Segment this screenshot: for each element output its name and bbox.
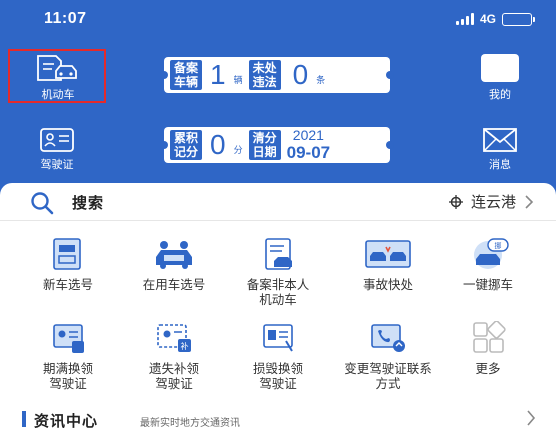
service-label: 更多 bbox=[475, 361, 501, 376]
service-license-contact[interactable]: 变更驾驶证联系方式 bbox=[332, 321, 444, 391]
mine-button[interactable]: 我的 bbox=[470, 54, 530, 102]
chevron-right-icon bbox=[525, 194, 534, 209]
license-contact-icon bbox=[371, 324, 405, 352]
search-icon bbox=[31, 192, 54, 215]
service-used-car-plate[interactable]: 在用车选号 bbox=[124, 237, 224, 292]
service-register-vehicle[interactable]: 备案非本人机动车 bbox=[228, 237, 328, 307]
license-lost-icon: 补 bbox=[157, 324, 191, 352]
new-car-plate-icon bbox=[53, 238, 81, 270]
news-subtitle: 最新实时地方交通资讯 bbox=[140, 418, 240, 429]
vehicle-count-unit: 辆 bbox=[233, 76, 243, 86]
tile-text: 备案 bbox=[174, 61, 199, 75]
section-marker bbox=[22, 411, 26, 427]
service-label: 备案非本人机动车 bbox=[246, 277, 310, 307]
accumulated-points-tile: 累积 记分 bbox=[170, 130, 203, 160]
tile-text: 车辆 bbox=[174, 75, 199, 89]
service-label: 期满换领驾驶证 bbox=[42, 361, 93, 391]
service-license-damaged[interactable]: 损毁换领驾驶证 bbox=[228, 321, 328, 391]
envelope-icon bbox=[483, 128, 517, 152]
tile-text: 记分 bbox=[174, 145, 199, 159]
service-license-lost[interactable]: 补 遗失补领驾驶证 bbox=[124, 321, 224, 391]
chevron-right-icon bbox=[527, 410, 536, 426]
license-button[interactable]: 驾驶证 bbox=[24, 128, 90, 172]
search-bar[interactable]: 搜索 连云港 bbox=[0, 183, 556, 221]
city-selector[interactable]: 连云港 bbox=[448, 191, 534, 212]
tile-text: 违法 bbox=[252, 75, 277, 89]
id-card-icon bbox=[40, 128, 74, 152]
registration-card[interactable]: 备案 车辆 1 辆 未处 违法 0 条 bbox=[160, 57, 394, 93]
license-damaged-icon bbox=[263, 324, 293, 352]
service-new-car-plate[interactable]: 新车选号 bbox=[18, 237, 118, 292]
tile-text: 累积 bbox=[174, 131, 199, 145]
violation-count-unit: 条 bbox=[316, 76, 326, 86]
messages-label: 消息 bbox=[489, 158, 511, 171]
service-accident[interactable]: 事故快处 bbox=[338, 237, 438, 292]
used-car-plate-icon bbox=[156, 241, 192, 269]
service-label: 变更驾驶证联系方式 bbox=[344, 361, 432, 391]
tile-text: 未处 bbox=[252, 61, 277, 75]
battery-icon bbox=[502, 12, 535, 26]
service-label: 损毁换领驾驶证 bbox=[252, 361, 303, 391]
move-car-icon: 挪 bbox=[474, 238, 509, 269]
license-renew-icon bbox=[53, 324, 84, 353]
service-move-car[interactable]: 挪 一键挪车 bbox=[438, 237, 538, 292]
points-unit: 分 bbox=[233, 146, 243, 156]
vehicle-count: 1 bbox=[210, 59, 226, 90]
location-icon bbox=[448, 194, 463, 209]
service-label: 事故快处 bbox=[362, 277, 413, 292]
services-panel: 搜索 连云港 新车选号 在用车选号 备案非本人机动车 事故快处 挪 一键挪车 期… bbox=[0, 183, 556, 437]
city-name: 连云港 bbox=[470, 193, 516, 211]
violation-count: 0 bbox=[292, 59, 309, 90]
network-type: 4G bbox=[479, 12, 496, 26]
mine-label: 我的 bbox=[489, 88, 511, 101]
service-license-renew[interactable]: 期满换领驾驶证 bbox=[18, 321, 118, 391]
search-label: 搜索 bbox=[72, 194, 105, 212]
service-more[interactable]: 更多 bbox=[438, 321, 538, 376]
messages-button[interactable]: 消息 bbox=[470, 128, 530, 172]
clear-date: 2021 09-07 bbox=[281, 127, 336, 162]
tile-text: 日期 bbox=[252, 145, 277, 159]
svg-text:补: 补 bbox=[181, 341, 189, 351]
svg-text:挪: 挪 bbox=[495, 241, 502, 250]
news-center-row[interactable]: 资讯中心 最新实时地方交通资讯 bbox=[0, 401, 556, 437]
more-grid-icon bbox=[473, 321, 506, 353]
status-time: 11:07 bbox=[44, 10, 87, 27]
highlight-box bbox=[8, 49, 106, 103]
accident-icon bbox=[365, 240, 411, 268]
register-vehicle-icon bbox=[265, 238, 292, 270]
registered-vehicles-tile: 备案 车辆 bbox=[170, 60, 203, 90]
news-title: 资讯中心 bbox=[34, 412, 99, 430]
service-label: 新车选号 bbox=[42, 277, 93, 292]
service-label: 在用车选号 bbox=[142, 277, 206, 292]
clear-year: 2021 bbox=[292, 127, 324, 143]
clear-date-tile: 清分 日期 bbox=[248, 130, 281, 160]
service-label: 遗失补领驾驶证 bbox=[148, 361, 199, 391]
points-card[interactable]: 累积 记分 0 分 清分 日期 2021 09-07 bbox=[160, 127, 394, 163]
header: 11:07 4G 机动车 备案 车辆 1 辆 未处 违法 0 条 我的 驾驶证 … bbox=[0, 0, 556, 185]
status-indicators: 4G bbox=[455, 12, 535, 26]
signal-icon bbox=[455, 13, 474, 25]
service-label: 一键挪车 bbox=[462, 277, 513, 292]
profile-icon bbox=[481, 54, 519, 82]
tile-text: 清分 bbox=[252, 131, 277, 145]
violations-tile: 未处 违法 bbox=[248, 60, 281, 90]
license-label: 驾驶证 bbox=[40, 158, 74, 171]
points-value: 0 bbox=[210, 129, 226, 160]
clear-month-day: 09-07 bbox=[286, 143, 331, 162]
